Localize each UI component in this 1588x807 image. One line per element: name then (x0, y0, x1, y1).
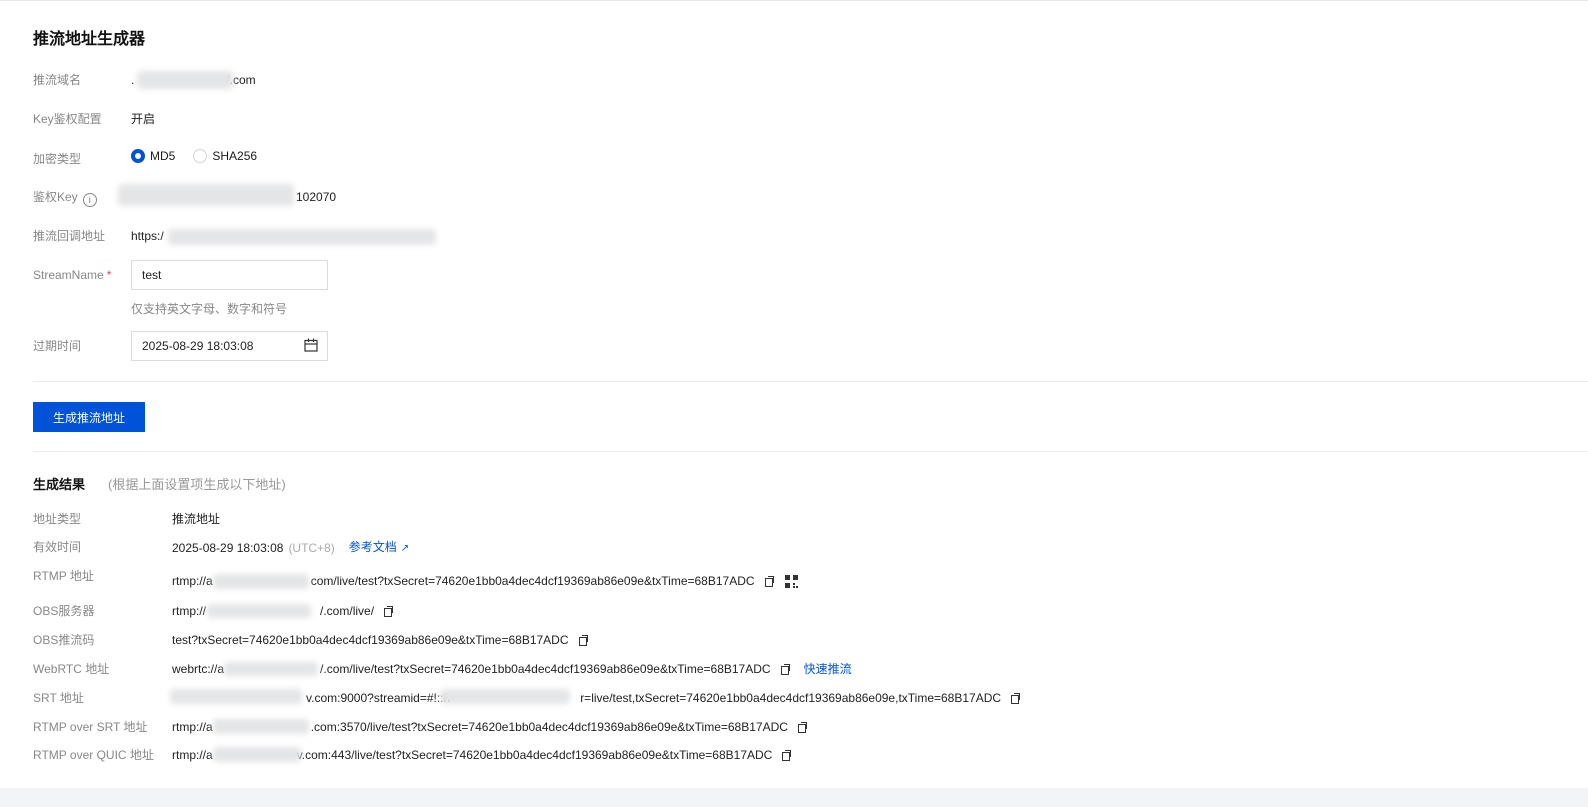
copy-icon[interactable] (782, 750, 792, 761)
result-subtitle: (根据上面设置项生成以下地址) (108, 477, 286, 492)
rtmp-srt-label: RTMP over SRT 地址 (33, 720, 148, 734)
redacted-blur (207, 604, 311, 618)
stream-name-label: StreamName * (33, 267, 111, 283)
rtmp-quic-post: v.com:443/live/test?txSecret=74620e1bb0a… (296, 748, 773, 762)
obs-server-pre: rtmp:// (172, 604, 207, 618)
stream-name-input[interactable] (131, 260, 328, 290)
info-icon[interactable]: i (82, 193, 97, 207)
obs-server-post: /.com/live/ (320, 604, 375, 618)
copy-icon[interactable] (764, 576, 774, 587)
obs-key-label: OBS推流码 (33, 633, 95, 647)
redacted-blur (118, 184, 294, 206)
expire-date-input[interactable] (131, 331, 328, 361)
generate-button[interactable]: 生成推流地址 (33, 402, 145, 432)
auth-key-value: 102070 (296, 190, 337, 204)
radio-md5[interactable]: MD5 (131, 149, 175, 163)
webrtc-pre: webrtc://a (172, 662, 225, 676)
obs-key-text: test?txSecret=74620e1bb0a4dec4dcf19369ab… (172, 633, 569, 647)
external-link-icon: ↗ (400, 543, 410, 554)
key-auth-value: 开启 (131, 112, 156, 126)
stream-name-hint: 仅支持英文字母、数字和符号 (131, 302, 288, 316)
webrtc-label: WebRTC 地址 (33, 662, 110, 676)
addr-type-value: 推流地址 (172, 512, 221, 526)
copy-icon[interactable] (578, 635, 588, 646)
copy-icon[interactable] (797, 722, 807, 733)
copy-icon[interactable] (1011, 693, 1021, 704)
encrypt-radio-group: MD5 SHA256 (131, 149, 275, 163)
generator-panel: 推流地址生成器 推流域名 ./.com Key鉴权配置 开启 加密类型 MD5 … (0, 0, 1588, 788)
obs-server-label: OBS服务器 (33, 604, 95, 618)
redacted-blur (168, 229, 436, 245)
doc-link-text: 参考文档 (348, 540, 397, 554)
valid-time-label: 有效时间 (33, 540, 82, 554)
timezone-text: (UTC+8) (288, 541, 335, 555)
radio-checked-icon (131, 149, 145, 163)
radio-sha256[interactable]: SHA256 (193, 149, 257, 163)
redacted-blur (137, 71, 233, 89)
quick-push-link[interactable]: 快速推流 (804, 661, 852, 677)
auth-key-label: 鉴权Key i (33, 189, 97, 207)
redacted-blur (213, 719, 309, 734)
redacted-blur (440, 689, 570, 704)
encrypt-label: 加密类型 (33, 152, 82, 166)
webrtc-post: /.com/live/test?txSecret=74620e1bb0a4dec… (320, 662, 771, 676)
auth-key-label-text: 鉴权Key (33, 190, 78, 204)
redacted-blur (170, 689, 302, 704)
radio-unchecked-icon (193, 149, 208, 163)
page-title: 推流地址生成器 (33, 31, 146, 48)
rtmp-quic-pre: rtmp://a (172, 748, 213, 762)
rtmp-quic-label: RTMP over QUIC 地址 (33, 748, 154, 762)
qrcode-icon[interactable] (784, 574, 798, 588)
domain-label: 推流域名 (33, 73, 82, 87)
redacted-blur (213, 574, 309, 589)
valid-time-text: 2025-08-29 18:03:08 (172, 541, 284, 555)
callback-label: 推流回调地址 (33, 229, 106, 243)
domain-prefix: . (131, 73, 135, 87)
radio-sha256-label: SHA256 (212, 149, 258, 163)
redacted-blur (224, 662, 318, 676)
srt-label: SRT 地址 (33, 691, 84, 705)
divider (33, 451, 1588, 452)
redacted-blur (213, 747, 301, 762)
obs-key-value: test?txSecret=74620e1bb0a4dec4dcf19369ab… (172, 632, 588, 648)
radio-md5-label: MD5 (150, 149, 176, 163)
rtmp-label: RTMP 地址 (33, 569, 94, 583)
divider (33, 381, 1588, 382)
required-mark: * (106, 268, 112, 282)
expire-label: 过期时间 (33, 339, 82, 353)
stream-name-label-text: StreamName (33, 268, 104, 282)
result-title: 生成结果 (33, 477, 86, 492)
calendar-icon[interactable] (304, 338, 318, 352)
callback-value: https:/ (131, 229, 164, 243)
copy-icon[interactable] (384, 606, 394, 617)
copy-icon[interactable] (780, 664, 790, 675)
valid-time-value: 2025-08-29 18:03:08 (UTC+8) 参考文档 ↗ (172, 539, 409, 557)
rtmp-srt-post: .com:3570/live/test?txSecret=74620e1bb0a… (310, 720, 788, 734)
srt-mid: v.com:9000?streamid=#!::h (306, 691, 451, 705)
key-auth-label: Key鉴权配置 (33, 112, 102, 126)
rtmp-pre: rtmp://a (172, 574, 213, 588)
addr-type-label: 地址类型 (33, 512, 82, 526)
rtmp-srt-pre: rtmp://a (172, 720, 213, 734)
srt-post: r=live/test,txSecret=74620e1bb0a4dec4dcf… (580, 691, 1002, 705)
doc-link[interactable]: 参考文档 ↗ (349, 539, 409, 557)
rtmp-post: com/live/test?txSecret=74620e1bb0a4dec4d… (310, 574, 755, 588)
